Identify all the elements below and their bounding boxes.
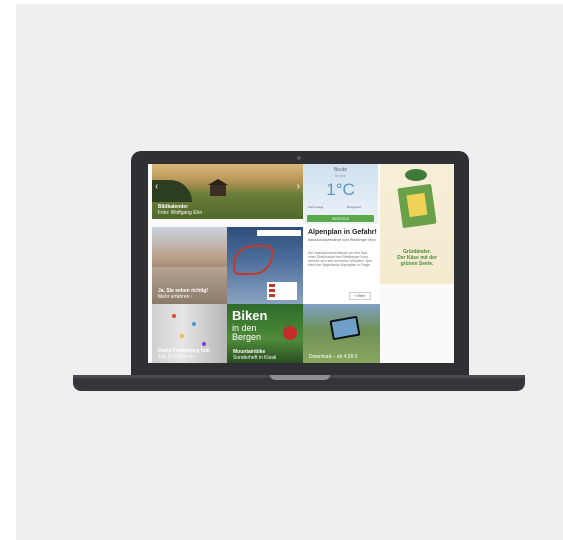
climbing-holds — [172, 314, 176, 318]
map-header — [257, 230, 301, 236]
climbing-subtitle: Top 20-Plätze in — [158, 354, 194, 360]
empty-tile — [380, 304, 454, 363]
article-body: Die Naturschutzverbände um den Bau einer… — [308, 251, 373, 267]
biking-tile[interactable]: Biken in den Bergen Mountainbike Sonderh… — [227, 304, 303, 363]
lake-tile[interactable]: Ja, Sie sehen richtig! Mehr erfahren › — [152, 227, 227, 304]
biking-word1: Biken — [232, 308, 268, 323]
next-arrow-icon[interactable]: › — [297, 182, 300, 192]
weather-right-link[interactable]: Bergwetter — [347, 205, 362, 209]
laptop-screen: ‹ › Bildkalender Foto: Wolfgang Ehn Beut… — [148, 164, 454, 363]
lake-caption: Ja, Sie sehen richtig! Mehr erfahren › — [158, 288, 208, 300]
weather-tile: Beute Sonne 1°C Vorhersage Bergwetter SE… — [303, 164, 378, 224]
biking-caption: Mountainbike Sonderheft in Kiosk — [233, 349, 276, 361]
tablet-caption: Download – ab 4,99 € — [309, 354, 358, 360]
hut — [208, 179, 228, 196]
landscape-tile[interactable]: ‹ › Bildkalender Foto: Wolfgang Ehn — [152, 164, 303, 219]
climbing-tile[interactable]: David Firnenburg holt Top 20-Plätze in — [152, 304, 227, 363]
trackpad-notch — [270, 375, 330, 380]
weather-temperature: 1°C — [326, 180, 355, 199]
ad-text-line3: grünen Seele. — [400, 261, 434, 267]
tablet-device — [329, 315, 361, 341]
map-tile[interactable] — [227, 227, 303, 304]
cheese-slice — [406, 192, 428, 218]
camera-icon — [297, 156, 301, 160]
article-tile[interactable]: Alpenplan in Gefahr! Naturschutzverbände… — [303, 224, 380, 304]
article-title: Alpenplan in Gefahr! — [308, 229, 377, 236]
prev-arrow-icon[interactable]: ‹ — [155, 182, 158, 192]
ad-text: Grünländer. Der Käse mit der grünen Seel… — [386, 249, 448, 267]
brand-logo — [405, 169, 427, 181]
lake-subtitle: Mehr erfahren › — [158, 294, 193, 300]
cheese-ad-tile[interactable]: Grünländer. Der Käse mit der grünen Seel… — [380, 164, 454, 284]
price-badge — [283, 326, 297, 340]
article-subtitle: Naturschutzverbände zum Riedberger Horn — [308, 238, 376, 242]
weather-service-button[interactable]: SERVICE — [307, 215, 374, 222]
climbing-caption: David Firnenburg holt Top 20-Plätze in — [158, 348, 210, 360]
weather-left-link[interactable]: Vorhersage — [308, 205, 323, 209]
tablet-tile[interactable]: Download – ab 4,99 € — [303, 304, 380, 363]
landscape-subtitle: Foto: Wolfgang Ehn — [158, 210, 203, 216]
weather-city-sub: Sonne — [334, 173, 347, 178]
map-zone-outline — [233, 245, 273, 275]
landscape-caption: Bildkalender Foto: Wolfgang Ehn — [158, 204, 202, 216]
article-more-button[interactable]: » Mehr — [349, 292, 371, 300]
biking-caption2: Sonderheft in Kiosk — [233, 355, 277, 361]
map-legend — [267, 282, 297, 300]
biking-word3: Bergen — [232, 332, 262, 342]
